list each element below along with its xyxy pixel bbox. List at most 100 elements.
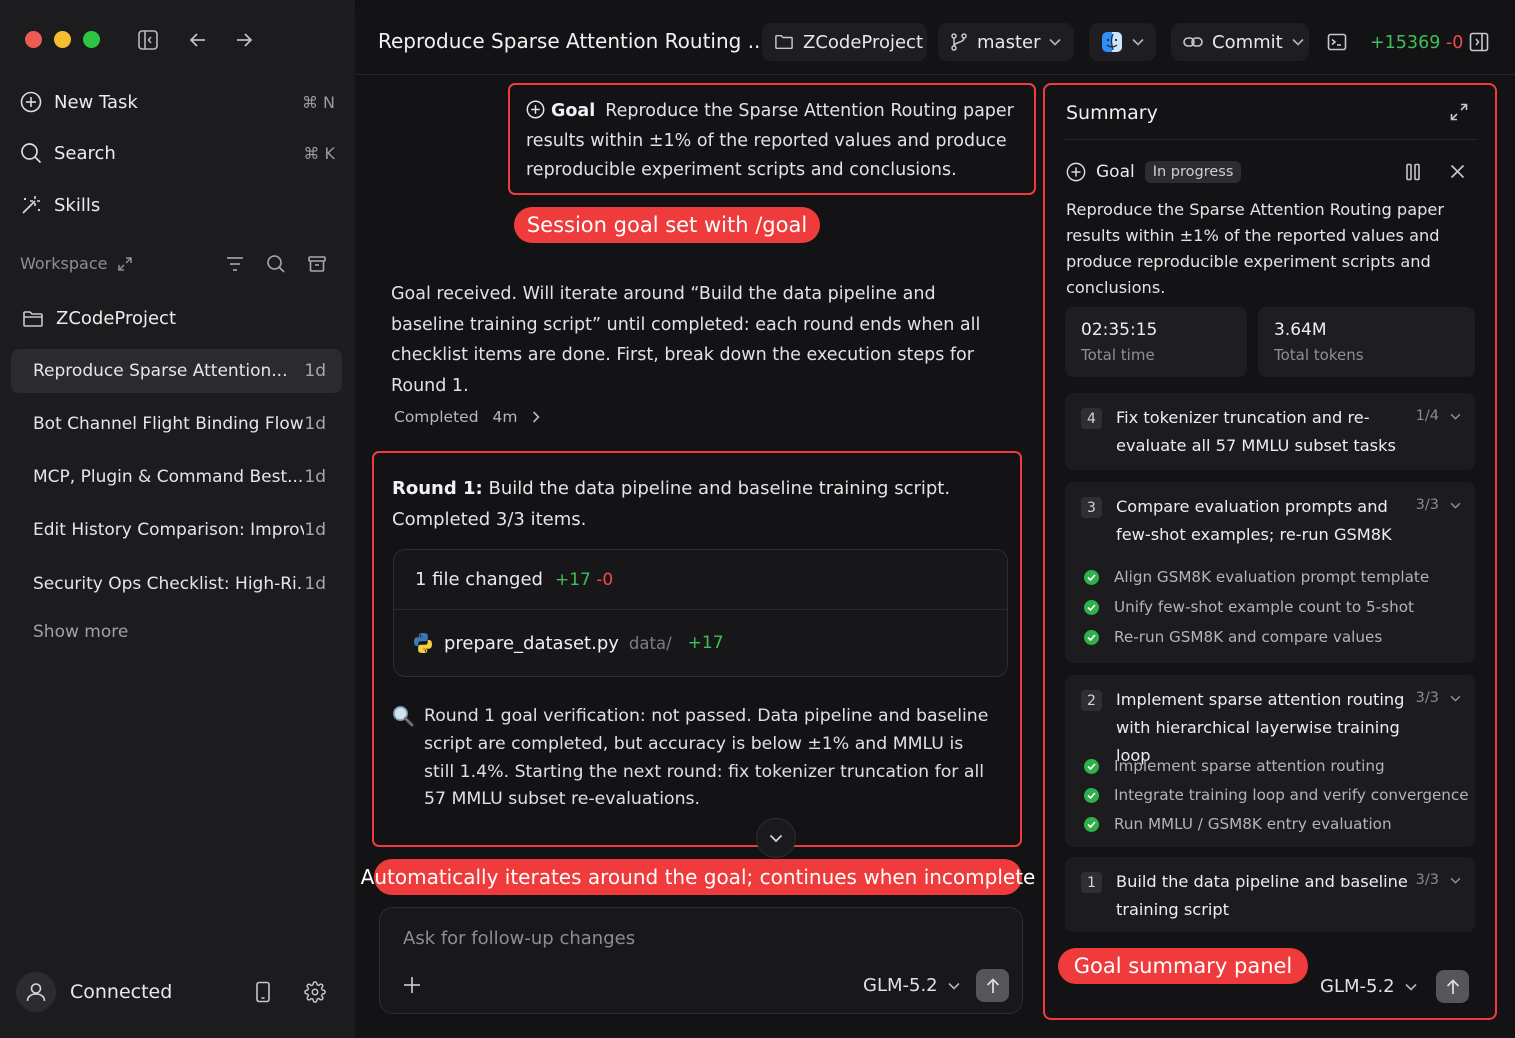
round-number: 2: [1081, 690, 1102, 711]
attach-plus-icon[interactable]: [403, 976, 421, 994]
status-badge: In progress: [1144, 161, 1242, 183]
send-button[interactable]: [976, 969, 1009, 1002]
folder-icon: [22, 309, 44, 329]
sidebar-toggle-icon[interactable]: [137, 29, 159, 51]
summary-model-selector[interactable]: GLM-5.2: [1320, 976, 1417, 997]
completed-toggle[interactable]: Completed 4m: [394, 408, 540, 426]
chevron-down-icon: [1450, 502, 1461, 509]
expand-icon[interactable]: [117, 256, 133, 272]
model-name: GLM-5.2: [863, 975, 938, 996]
checklist-text: Implement sparse attention routing: [1114, 757, 1385, 775]
window-zoom-button[interactable]: [83, 31, 100, 48]
annotation-goal: Session goal set with /goal: [514, 207, 820, 243]
round-number: 4: [1081, 408, 1102, 429]
round-card-3[interactable]: 3 Compare evaluation prompts and few-sho…: [1065, 482, 1475, 663]
workspace-search-icon[interactable]: [266, 254, 286, 274]
terminal-icon[interactable]: [1327, 32, 1347, 52]
main-area: Reproduce Sparse Attention Routing ... Z…: [355, 0, 1515, 1038]
branch-selector[interactable]: master: [938, 23, 1074, 61]
verification-text: Round 1 goal verification: not passed. D…: [424, 706, 989, 810]
round-card-1[interactable]: 1 Build the data pipeline and baseline t…: [1065, 857, 1475, 932]
window-close-button[interactable]: [25, 31, 42, 48]
task-title: Security Ops Checklist: High-Ri...: [33, 574, 305, 594]
task-item[interactable]: MCP, Plugin & Command Best... 1d: [11, 455, 342, 499]
round-card: Round 1: Build the data pipeline and bas…: [372, 451, 1022, 858]
gear-icon[interactable]: [304, 981, 326, 1003]
model-selector[interactable]: GLM-5.2: [863, 975, 960, 996]
changed-file-row[interactable]: prepare_dataset.py data/ +17: [394, 610, 1007, 676]
task-age: 1d: [304, 520, 326, 540]
total-time-card: 02:35:15 Total time: [1065, 307, 1247, 377]
check-icon: [1084, 629, 1099, 645]
completed-time: 4m: [492, 408, 518, 426]
project-chip[interactable]: ZCodeProject: [762, 23, 927, 61]
round-number: 3: [1081, 497, 1102, 518]
model-name: GLM-5.2: [1320, 976, 1395, 997]
window-minimize-button[interactable]: [54, 31, 71, 48]
round-card-4[interactable]: 4 Fix tokenizer truncation and re-evalua…: [1065, 393, 1475, 470]
branch-name: master: [977, 31, 1041, 53]
round-card-2[interactable]: 2 Implement sparse attention routing wit…: [1065, 675, 1475, 847]
chevron-down-icon: [1132, 38, 1144, 46]
workspace-label: Workspace: [20, 254, 108, 273]
summary-title: Summary: [1066, 102, 1158, 124]
goal-text: Reproduce the Sparse Attention Routing p…: [526, 101, 1014, 180]
chevron-down-icon: [1450, 695, 1461, 702]
forward-arrow-icon[interactable]: [234, 30, 254, 50]
phone-icon[interactable]: [255, 981, 271, 1003]
chevron-right-icon: [532, 411, 540, 423]
files-changed-label: 1 file changed: [415, 569, 543, 590]
archive-icon[interactable]: [307, 254, 327, 274]
diff-stats: +15369 -0: [1370, 33, 1463, 53]
task-item[interactable]: Security Ops Checklist: High-Ri... 1d: [11, 562, 342, 606]
commit-button[interactable]: Commit: [1171, 23, 1309, 61]
total-tokens-value: 3.64M: [1274, 320, 1327, 340]
project-chip-label: ZCodeProject: [803, 31, 923, 53]
search-button[interactable]: Search ⌘ K: [20, 133, 335, 173]
panel-toggle-icon[interactable]: [1469, 32, 1489, 52]
filter-icon[interactable]: [225, 255, 245, 273]
skills-button[interactable]: Skills: [20, 185, 335, 225]
summary-send-button[interactable]: [1436, 970, 1469, 1003]
finder-selector[interactable]: [1089, 23, 1156, 61]
check-icon: [1084, 816, 1099, 832]
file-change-header[interactable]: 1 file changed +17 -0: [394, 550, 1007, 610]
plus-circle-icon: [526, 100, 545, 119]
task-title: Reproduce Sparse Attention...: [33, 361, 288, 381]
close-icon[interactable]: [1450, 164, 1465, 179]
check-icon: [1084, 758, 1099, 774]
avatar[interactable]: [16, 972, 56, 1012]
plus-circle-icon: [20, 91, 42, 113]
connection-status: Connected: [70, 981, 173, 1003]
chevron-down-icon: [1049, 38, 1062, 46]
round-number: 1: [1081, 872, 1102, 893]
task-age: 1d: [304, 467, 326, 487]
round-text: Build the data pipeline and baseline tra…: [488, 478, 951, 499]
followup-input[interactable]: Ask for follow-up changes: [403, 928, 635, 949]
pause-icon[interactable]: [1405, 163, 1421, 181]
round-title: Round 1: Build the data pipeline and bas…: [392, 473, 992, 535]
check-icon: [1084, 787, 1099, 803]
expand-icon[interactable]: [1450, 103, 1468, 121]
task-item[interactable]: Reproduce Sparse Attention... 1d: [11, 349, 342, 393]
task-age: 1d: [304, 574, 326, 594]
new-task-button[interactable]: New Task ⌘ N: [20, 82, 335, 122]
scroll-down-button[interactable]: [756, 818, 796, 858]
back-arrow-icon[interactable]: [188, 30, 208, 50]
top-bar: Reproduce Sparse Attention Routing ... Z…: [355, 0, 1515, 75]
files-additions: +17: [554, 569, 591, 590]
magic-wand-icon: [20, 194, 42, 216]
show-more-link[interactable]: Show more: [33, 622, 128, 642]
project-folder[interactable]: ZCodeProject: [22, 308, 176, 329]
round-progress: 3/3: [1415, 497, 1439, 513]
link-icon: [1183, 36, 1203, 48]
task-item[interactable]: Edit History Comparison: Improv... 1d: [11, 508, 342, 552]
round-progress: 3/3: [1415, 690, 1439, 706]
skills-label: Skills: [54, 194, 101, 216]
task-item[interactable]: Bot Channel Flight Binding Flow... 1d: [11, 402, 342, 446]
file-change-card: 1 file changed +17 -0 prepare_dataset.py…: [393, 549, 1008, 677]
total-time-value: 02:35:15: [1081, 320, 1158, 340]
total-tokens-card: 3.64M Total tokens: [1258, 307, 1475, 377]
search-label: Search: [54, 142, 116, 164]
search-icon: [20, 142, 42, 164]
